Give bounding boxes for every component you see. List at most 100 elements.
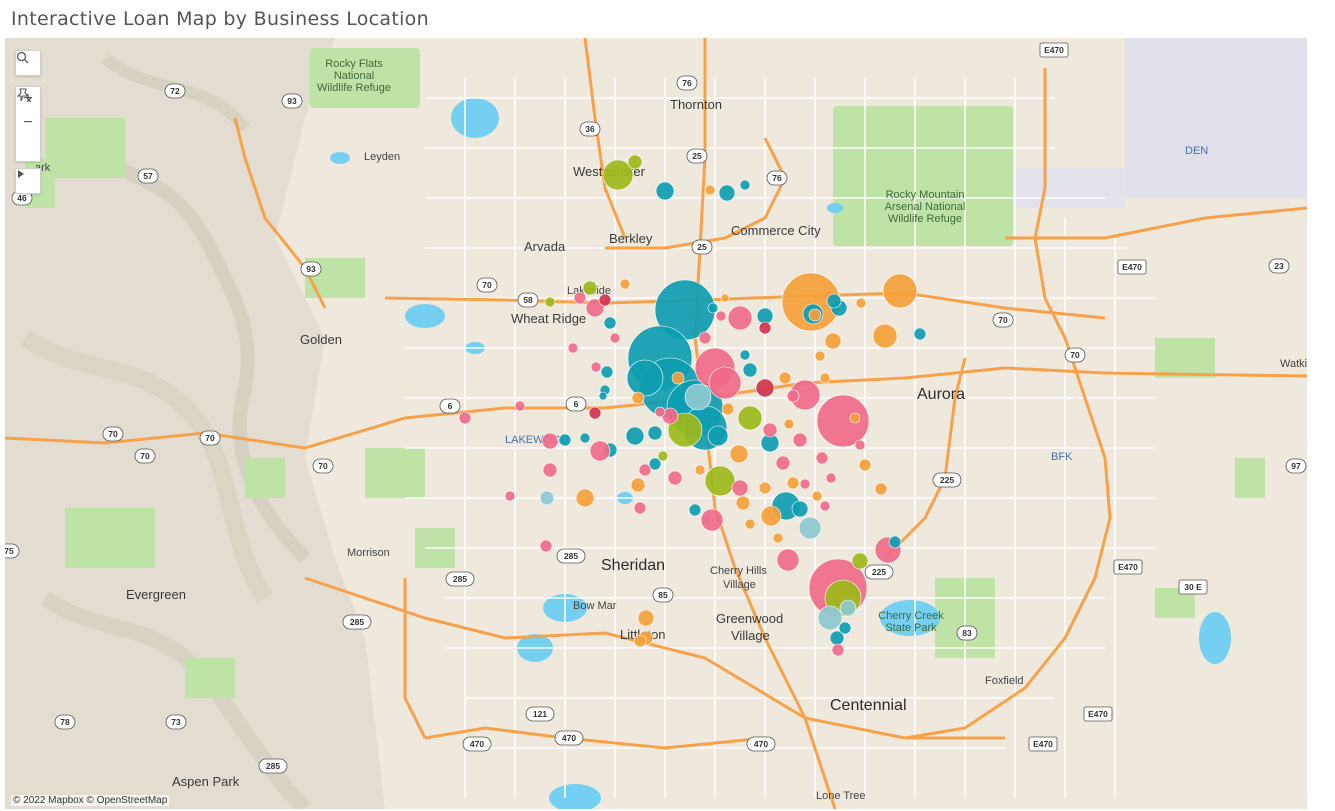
loan-bubble[interactable] [819,372,831,384]
loan-bubble[interactable] [700,508,724,532]
loan-bubble[interactable] [855,297,867,309]
loan-bubble[interactable] [694,464,706,476]
loan-bubble[interactable] [684,383,712,411]
loan-bubble[interactable] [854,439,866,451]
loan-bubble[interactable] [762,422,778,438]
loan-bubble[interactable] [704,465,736,497]
loan-bubble[interactable] [731,479,749,497]
loan-bubble[interactable] [775,455,791,471]
loan-bubble[interactable] [633,501,647,515]
loan-bubble[interactable] [817,605,843,631]
loan-bubble[interactable] [667,470,683,486]
loan-bubble[interactable] [704,184,716,196]
loan-bubble[interactable] [637,609,655,627]
loan-bubble[interactable] [851,552,869,570]
loan-bubble[interactable] [715,310,727,322]
loan-bubble[interactable] [758,481,772,495]
loan-bubble[interactable] [778,371,792,385]
loan-bubble[interactable] [814,350,826,362]
loan-bubble[interactable] [655,181,675,201]
loan-bubble[interactable] [798,516,822,540]
loan-bubble[interactable] [720,293,730,303]
loan-bubble[interactable] [872,323,898,349]
loan-bubble[interactable] [888,535,902,549]
loan-bubble[interactable] [783,418,795,430]
loan-bubble[interactable] [811,490,823,502]
loan-bubble[interactable] [589,440,611,462]
loan-bubble[interactable] [826,293,842,309]
loan-bubble[interactable] [707,302,719,314]
loan-bubble[interactable] [671,371,685,385]
loan-bubble[interactable] [729,444,749,464]
loan-bubble[interactable] [573,291,587,305]
loan-bubble[interactable] [654,406,666,418]
loan-bubble[interactable] [638,463,652,477]
loan-bubble[interactable] [575,488,595,508]
loan-bubble[interactable] [600,365,614,379]
loan-bubble[interactable] [541,432,559,450]
loan-bubble[interactable] [831,643,845,657]
loan-bubble[interactable] [776,548,800,572]
loan-bubble[interactable] [542,462,558,478]
loan-bubble[interactable] [598,391,608,401]
loan-bubble[interactable] [631,391,645,405]
loan-bubble[interactable] [825,472,837,484]
loan-bubble[interactable] [514,400,526,412]
loan-bubble[interactable] [544,296,556,308]
loan-bubble[interactable] [839,599,857,617]
loan-bubble[interactable] [816,394,870,448]
loan-bubble[interactable] [744,518,756,530]
loan-bubble[interactable] [858,458,872,472]
search-box[interactable] [15,50,41,76]
map-canvas[interactable]: 72 93 36 57 46 76 25 76 E470 70 58 93 25 70 E470 23 70 6 6… [5,38,1307,809]
loan-bubble[interactable] [718,184,736,202]
loan-bubble[interactable] [786,389,800,403]
loan-bubble[interactable] [735,495,751,511]
loan-bubble[interactable] [590,361,602,373]
loan-bubble[interactable] [742,362,758,378]
search-icon[interactable] [16,51,40,75]
loan-bubble[interactable] [913,327,927,341]
pin-reset-icon[interactable] [16,88,40,159]
loan-bubble[interactable] [824,332,842,350]
loan-bubble[interactable] [708,366,742,400]
loan-bubble[interactable] [707,425,729,447]
loan-bubble[interactable] [721,402,735,416]
loan-bubble[interactable] [558,433,572,447]
loan-bubble[interactable] [633,634,647,648]
play-arrow-icon[interactable] [16,169,40,193]
loan-bubble[interactable] [504,490,516,502]
loan-bubble[interactable] [849,412,861,424]
loan-bubble[interactable] [619,278,631,290]
loan-bubble[interactable] [727,305,753,331]
loan-bubble[interactable] [626,359,664,397]
loan-bubble[interactable] [739,349,751,361]
loan-bubble[interactable] [772,532,784,544]
loan-bubble[interactable] [588,406,602,420]
loan-bubble[interactable] [819,500,831,512]
loan-bubble[interactable] [758,321,772,335]
loan-bubble[interactable] [567,342,579,354]
loan-bubble[interactable] [627,154,643,170]
loan-bubble[interactable] [786,476,800,490]
loan-bubble[interactable] [760,505,782,527]
loan-bubble[interactable] [598,293,612,307]
loan-bubble[interactable] [657,450,669,462]
loan-bubble[interactable] [609,332,621,344]
loan-bubble[interactable] [582,280,598,296]
loan-bubble[interactable] [791,500,809,518]
loan-bubble[interactable] [458,411,472,425]
loan-bubble[interactable] [874,482,888,496]
loan-bubble[interactable] [737,405,763,431]
loan-bubble[interactable] [755,378,775,398]
zoom-out-button[interactable]: − [16,111,40,135]
loan-bubble[interactable] [625,426,645,446]
loan-bubble[interactable] [792,432,808,448]
loan-bubble[interactable] [688,503,702,517]
map-svg[interactable]: 72 93 36 57 46 76 25 76 E470 70 58 93 25 70 E470 23 70 6 6… [5,38,1307,809]
loan-bubble[interactable] [603,316,617,330]
loan-bubble[interactable] [739,179,751,191]
loan-bubble[interactable] [539,539,553,553]
loan-bubble[interactable] [799,478,811,490]
loan-bubble[interactable] [815,451,829,465]
